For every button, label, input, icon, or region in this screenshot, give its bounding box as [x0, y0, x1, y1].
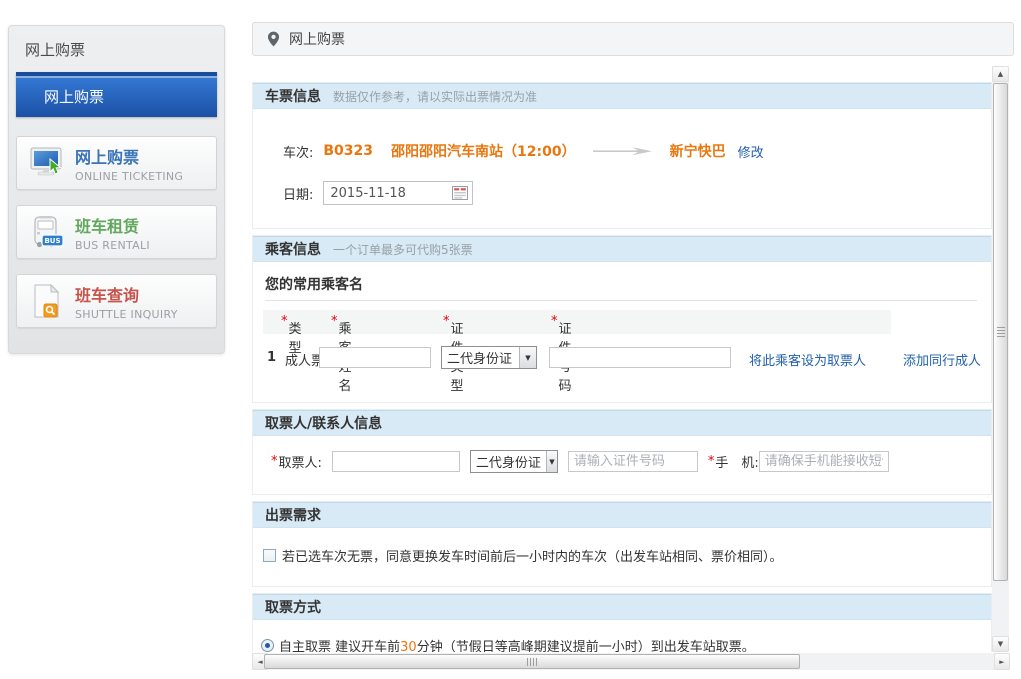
sidebar-item-shuttle-inquiry[interactable]: 班车查询 SHUTTLE INQUIRY	[16, 274, 217, 328]
taker-id-number-input[interactable]	[568, 451, 698, 472]
arrival-station: 新宁快巴	[670, 141, 726, 161]
section-pickup-method: 取票方式 自主取票 建议开车前30分钟（节假日等高峰期建议提前一小时）到出发车站…	[252, 593, 992, 652]
required-mark: *	[271, 454, 278, 469]
sidebar-item-subtitle: SHUTTLE INQUIRY	[75, 308, 178, 321]
section-issue-requirement: 出票需求 若已选车次无票，同意更换发车时间前后一小时内的车次（出发车站相同、票价…	[252, 501, 992, 587]
sidebar-item-bus-rental[interactable]: BUS 班车租赁 BUS RENTALI	[16, 205, 217, 259]
horizontal-scrollbar-thumb[interactable]	[264, 654, 800, 669]
scrollbar-grip	[997, 327, 1005, 337]
date-input[interactable]	[323, 181, 473, 205]
sidebar-item-subtitle: BUS RENTALI	[75, 239, 150, 252]
date-label: 日期:	[283, 184, 313, 203]
sidebar-item-title: 班车租赁	[75, 213, 150, 237]
section-passenger-info: 乘客信息 一个订单最多可代购5张票 您的常用乘客名 *类型 *乘客姓名 *证件类…	[252, 235, 992, 403]
section-title: 乘客信息	[265, 239, 321, 259]
radio-dot	[265, 643, 270, 648]
main-content: 车票信息 数据仅作参考，请以实际出票情况为准 车次: B0323 邵阳邵阳汽车南…	[252, 66, 992, 652]
sidebar: 网上购票 网上购票 网上购票 ONLINE TICKETING	[8, 25, 225, 354]
breadcrumb-label: 网上购票	[289, 29, 345, 49]
departure-station: 邵阳邵阳汽车南站（12:00）	[391, 141, 576, 161]
modify-link[interactable]: 修改	[738, 142, 764, 161]
sidebar-item-online-ticketing[interactable]: 网上购票 ONLINE TICKETING	[16, 136, 217, 190]
section-title: 取票人/联系人信息	[265, 413, 382, 433]
train-label: 车次:	[283, 142, 313, 161]
section-title: 车票信息	[265, 86, 321, 106]
alternative-bus-checkbox[interactable]	[263, 549, 276, 562]
section-contact-info: 取票人/联系人信息 * 取票人: 二代身份证 ▼ * 手 机:	[252, 409, 992, 495]
taker-label: 取票人:	[279, 452, 322, 471]
self-pickup-radio[interactable]	[261, 639, 274, 652]
location-pin-icon	[267, 31, 280, 47]
sidebar-selected-item[interactable]: 网上购票	[16, 72, 217, 117]
required-mark: *	[708, 454, 715, 469]
taker-name-input[interactable]	[332, 451, 460, 472]
section-note: 数据仅作参考，请以实际出票情况为准	[333, 88, 537, 105]
phone-input[interactable]	[759, 451, 889, 472]
sidebar-item-subtitle: ONLINE TICKETING	[75, 170, 183, 183]
section-contact-info-header: 取票人/联系人信息	[253, 410, 991, 436]
train-number: B0323	[323, 143, 373, 159]
required-mark: *	[551, 314, 558, 329]
section-title: 出票需求	[265, 505, 321, 525]
section-issue-requirement-header: 出票需求	[253, 502, 991, 528]
sidebar-item-title: 班车查询	[75, 282, 178, 306]
selected-item-label: 网上购票	[16, 78, 217, 117]
passenger-name-input[interactable]	[319, 347, 431, 368]
self-pickup-label: 自主取票 建议开车前30分钟（节假日等高峰期建议提前一小时）到出发车站取票。	[279, 636, 755, 652]
passenger-id-type-select[interactable]: 二代身份证 ▼	[441, 346, 537, 369]
horizontal-scrollbar[interactable]: ◄ ►	[252, 653, 1010, 670]
set-as-taker-link[interactable]: 将此乘客设为取票人	[749, 350, 866, 369]
taker-id-type-select[interactable]: 二代身份证 ▼	[470, 450, 558, 473]
required-mark: *	[443, 314, 450, 329]
section-title: 取票方式	[265, 597, 321, 617]
passenger-index: 1	[267, 350, 276, 365]
phone-label: 手 机:	[715, 452, 758, 471]
section-ticket-info: 车票信息 数据仅作参考，请以实际出票情况为准 车次: B0323 邵阳邵阳汽车南…	[252, 82, 992, 229]
required-mark: *	[331, 314, 338, 329]
svg-text:BUS: BUS	[44, 237, 60, 245]
section-note: 一个订单最多可代购5张票	[333, 241, 473, 258]
passenger-row: 1 成人票 二代身份证 ▼ 将此乘客设为取票人 添加同行成人	[263, 346, 983, 372]
document-search-icon	[29, 284, 65, 318]
passenger-id-number-input[interactable]	[549, 347, 731, 368]
alternative-bus-checkbox-label: 若已选车次无票，同意更换发车时间前后一小时内的车次（出发车站相同、票价相同）。	[282, 546, 783, 565]
vertical-scrollbar-thumb[interactable]	[993, 83, 1008, 581]
required-mark: *	[281, 314, 288, 329]
scroll-up-button[interactable]: ▲	[992, 66, 1009, 82]
sidebar-title: 网上购票	[25, 39, 224, 60]
passenger-table-header: *类型 *乘客姓名 *证件类型 *证件号码	[263, 310, 891, 334]
section-ticket-info-header: 车票信息 数据仅作参考，请以实际出票情况为准	[253, 83, 991, 109]
minutes-highlight: 30	[400, 640, 417, 652]
breadcrumb: 网上购票	[252, 22, 1014, 56]
sidebar-item-title: 网上购票	[75, 144, 183, 168]
vertical-scrollbar[interactable]: ▲ ▼	[992, 66, 1009, 652]
selected-id-type: 二代身份证	[442, 348, 517, 367]
route-arrow-icon	[592, 145, 654, 157]
scroll-down-button[interactable]: ▼	[992, 636, 1009, 652]
bus-icon: BUS	[29, 215, 65, 249]
frequent-passengers-title: 您的常用乘客名	[265, 274, 363, 294]
chevron-down-icon[interactable]: ▼	[519, 347, 536, 368]
scroll-right-button[interactable]: ►	[994, 653, 1010, 670]
add-companion-link[interactable]: 添加同行成人	[903, 350, 981, 369]
monitor-cursor-icon	[29, 146, 65, 180]
calendar-icon[interactable]	[452, 186, 468, 200]
section-pickup-method-header: 取票方式	[253, 594, 991, 620]
selected-id-type: 二代身份证	[471, 452, 546, 471]
scrollbar-grip	[527, 658, 537, 666]
divider	[265, 300, 977, 301]
section-passenger-info-header: 乘客信息 一个订单最多可代购5张票	[253, 236, 991, 262]
chevron-down-icon[interactable]: ▼	[546, 451, 557, 472]
